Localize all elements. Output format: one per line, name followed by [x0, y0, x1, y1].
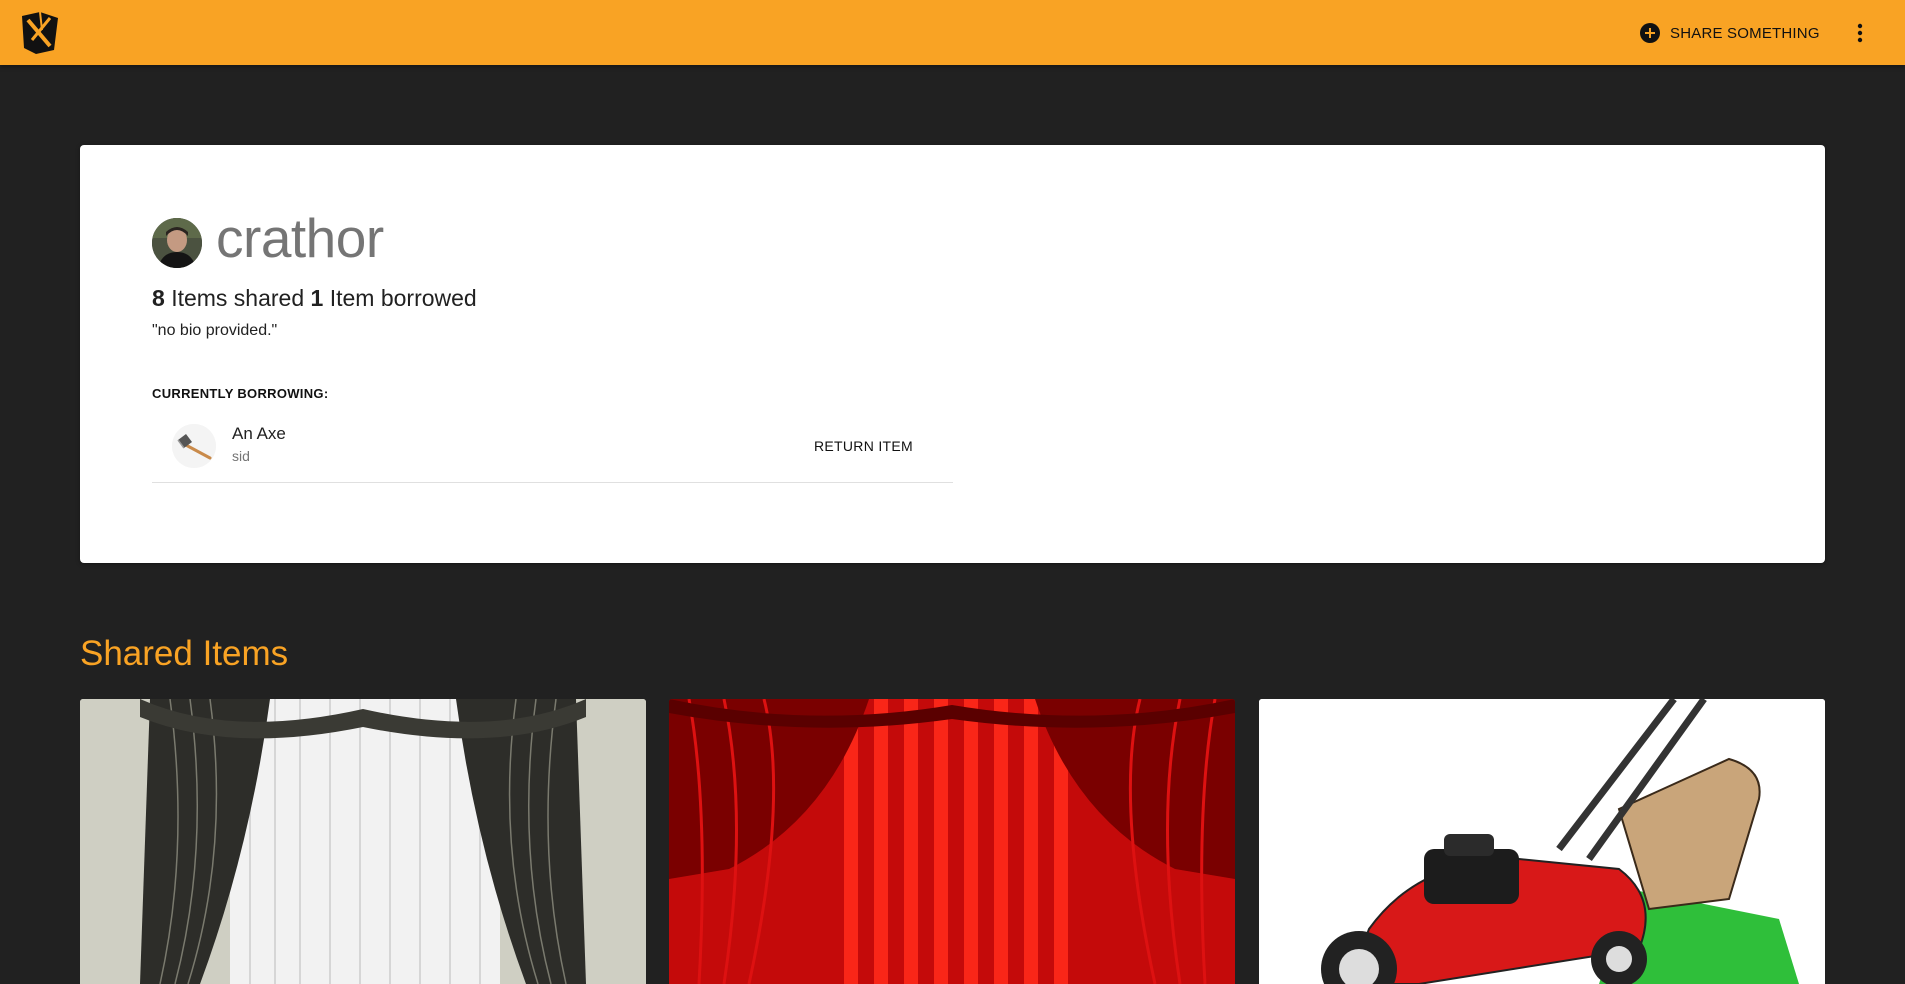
borrowed-item-title: An Axe: [232, 424, 286, 443]
more-vert-icon[interactable]: [1846, 17, 1874, 49]
shared-items-heading: Shared Items: [80, 634, 289, 673]
items-borrowed-label: Item borrowed: [329, 285, 477, 311]
return-item-button[interactable]: RETURN ITEM: [806, 432, 921, 460]
items-borrowed-count: 1: [310, 285, 324, 311]
bio-text: "no bio provided.": [152, 322, 278, 339]
profile-card: crathor 8 Items shared 1 Item borrowed "…: [80, 145, 1825, 563]
share-something-button[interactable]: SHARE SOMETHING: [1628, 16, 1832, 50]
shared-item-card[interactable]: [80, 699, 646, 984]
borrowed-list-item: An Axe sid RETURN ITEM: [152, 420, 953, 483]
currently-borrowing-heading: CURRENTLY BORROWING:: [152, 386, 329, 401]
user-avatar: [152, 218, 202, 268]
app-bar: SHARE SOMETHING: [0, 0, 1905, 65]
username: crathor: [216, 207, 384, 269]
shared-item-card[interactable]: [669, 699, 1235, 984]
share-something-label: SHARE SOMETHING: [1670, 24, 1820, 42]
shared-item-card[interactable]: [1259, 699, 1825, 984]
add-circle-icon: [1640, 23, 1660, 43]
items-shared-count: 8: [152, 285, 165, 311]
boomtown-logo-icon[interactable]: [20, 10, 60, 56]
lawn-mower-image: [1259, 699, 1825, 984]
axe-thumbnail: [172, 424, 216, 468]
curtains-red-stage-image: [669, 699, 1235, 984]
curtains-black-white-image: [80, 699, 646, 984]
profile-stats: 8 Items shared 1 Item borrowed: [152, 285, 477, 312]
items-shared-label: Items shared: [171, 285, 305, 311]
borrowed-item-owner: sid: [232, 448, 250, 464]
